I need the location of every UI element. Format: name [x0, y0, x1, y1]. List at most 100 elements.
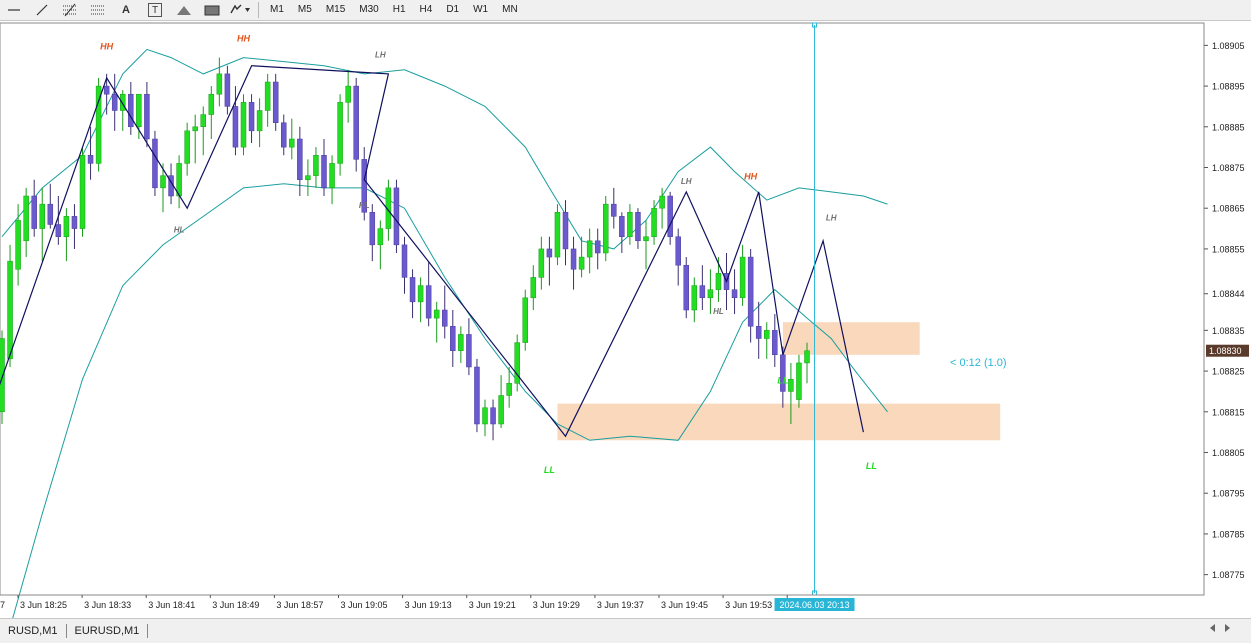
candle-body	[659, 195, 665, 209]
candle-body	[224, 73, 231, 107]
arrows-icon[interactable]	[226, 0, 254, 20]
candle-body	[683, 264, 689, 311]
candle-body	[39, 203, 45, 229]
supply-demand-zone-0	[557, 403, 1001, 441]
candle-body	[79, 155, 86, 229]
candle-body	[120, 93, 126, 111]
swing-label-hl: HL	[174, 226, 185, 235]
fibo-fan-icon[interactable]	[84, 0, 112, 20]
candle-body	[490, 407, 496, 425]
candle-body	[321, 155, 327, 189]
timeframe-m30-button[interactable]: M30	[352, 0, 385, 20]
y-tick-label: 1.08885	[1212, 122, 1245, 132]
swing-label-lh: LH	[826, 213, 837, 222]
candle-body	[31, 195, 37, 229]
y-tick-label: 1.08905	[1212, 41, 1245, 51]
candle-body	[498, 395, 504, 425]
candle-body	[554, 212, 561, 258]
swing-label-lh: LH	[375, 51, 386, 60]
candle-body	[248, 102, 255, 132]
candle-body	[200, 114, 206, 128]
timeframe-h4-button[interactable]: H4	[413, 0, 440, 20]
candle-body	[256, 110, 263, 132]
candle-body	[562, 212, 569, 250]
candle-body	[7, 260, 13, 360]
y-tick-label: 1.08815	[1212, 407, 1245, 417]
price-chart[interactable]: HH HH LH HL HL LL LH HH HL LL LH LL 1.08905 1.08895 1.…	[0, 22, 1251, 618]
candle-body	[272, 81, 279, 123]
candle-body	[691, 285, 698, 311]
candle-body	[699, 285, 706, 299]
candle-body	[160, 175, 166, 189]
triangle-icon[interactable]	[170, 0, 198, 20]
timeframe-m1-button[interactable]: M1	[263, 0, 291, 20]
y-tick-label: 1.08855	[1212, 244, 1245, 254]
x-tick-label: 3 Jun 18:57	[276, 600, 323, 610]
timeframe-m15-button[interactable]: M15	[319, 0, 352, 20]
candle-body	[425, 285, 432, 319]
candle-body	[731, 289, 738, 299]
tab-scroll-icon[interactable]	[1209, 623, 1231, 636]
candle-body	[417, 285, 424, 303]
candle-body	[619, 216, 625, 237]
trendline-icon[interactable]	[28, 0, 56, 20]
text-icon[interactable]: A	[112, 0, 140, 20]
candle-body	[474, 366, 480, 425]
candle-timer-label: < 0:12 (1.0)	[950, 357, 1007, 369]
candle-body	[401, 244, 408, 278]
text-label-icon[interactable]: T	[148, 3, 162, 17]
candle-body	[55, 224, 62, 237]
candle-body	[152, 138, 158, 189]
minus-icon[interactable]	[0, 0, 28, 20]
timeframe-w1-button[interactable]: W1	[466, 0, 495, 20]
tab-eurusd-m1-1[interactable]: RUSD,M1	[0, 624, 67, 638]
candle-body	[530, 277, 537, 299]
chart-area[interactable]: HH HH LH HL HL LL LH HH HL LL LH LL 1.08905 1.08895 1.…	[0, 22, 1251, 618]
candle	[667, 191, 673, 245]
timeframe-group: M1 M5 M15 M30 H1 H4 D1 W1 MN	[263, 0, 525, 20]
timeframe-mn-button[interactable]: MN	[495, 0, 525, 20]
candle	[79, 147, 86, 237]
x-tick-label-cut: 7	[0, 600, 5, 610]
candle-body	[289, 138, 295, 148]
candle	[152, 130, 158, 196]
candle-body	[611, 203, 617, 217]
fibo-icon[interactable]	[56, 0, 84, 20]
rectangle-icon[interactable]	[198, 0, 226, 20]
candle-body	[715, 273, 722, 290]
candle-body	[111, 93, 118, 111]
candle-body	[23, 195, 29, 242]
candle-body	[184, 130, 190, 164]
candle-body	[144, 93, 150, 140]
candle-body	[63, 216, 70, 237]
candle-body	[353, 85, 359, 160]
candle-body	[369, 212, 376, 246]
candle-body	[570, 248, 577, 270]
x-tick-label: 3 Jun 19:53	[725, 600, 772, 610]
chart-toolbar: A T M1 M5 M15 M30 H1 H4 D1 W1 MN	[0, 0, 1251, 21]
x-tick-label: 3 Jun 18:49	[212, 600, 259, 610]
candle	[337, 94, 343, 176]
candle-body	[643, 236, 649, 242]
timeframe-m5-button[interactable]: M5	[291, 0, 319, 20]
timeframe-d1-button[interactable]: D1	[439, 0, 466, 20]
candle-body	[578, 256, 585, 270]
y-tick-label: 1.08795	[1212, 489, 1245, 499]
candle	[353, 77, 359, 172]
swing-label-ll: LL	[866, 461, 877, 471]
candle-body	[409, 277, 416, 303]
y-tick-label: 1.08805	[1212, 448, 1245, 458]
y-tick-label: 1.08775	[1212, 570, 1245, 580]
timeframe-h1-button[interactable]: H1	[386, 0, 413, 20]
candle	[554, 204, 561, 266]
tab-eurusd-m1-2[interactable]: EURUSD,M1	[67, 624, 149, 638]
y-tick-label: 1.08895	[1212, 82, 1245, 92]
x-tick-label: 3 Jun 19:21	[469, 600, 516, 610]
cursor-time-label: 2024.06.03 20:13	[780, 600, 850, 610]
y-tick-label: 1.08865	[1212, 204, 1245, 214]
candle-body	[603, 203, 609, 254]
candle	[95, 77, 102, 172]
candle-body	[755, 326, 762, 339]
candle-body	[442, 309, 448, 327]
candle	[683, 257, 689, 319]
